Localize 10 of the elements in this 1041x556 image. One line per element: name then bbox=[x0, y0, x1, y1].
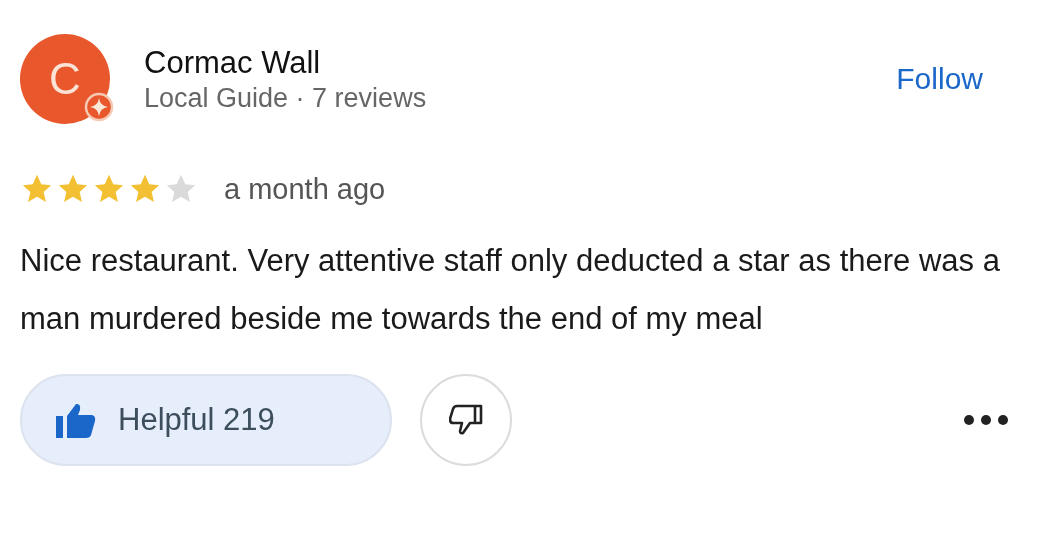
thumbs-up-icon bbox=[56, 402, 96, 438]
more-options-icon[interactable] bbox=[963, 414, 1009, 426]
thumbs-down-icon bbox=[449, 404, 483, 436]
follow-link[interactable]: Follow bbox=[896, 62, 983, 96]
helpful-button[interactable]: Helpful 219 bbox=[20, 374, 392, 466]
reviewer-name: Cormac Wall bbox=[144, 44, 322, 81]
review-time: a month ago bbox=[224, 172, 386, 206]
avatar-initial: C bbox=[49, 54, 81, 104]
review-text: Nice restaurant. Very attentive staff only deducted a star as there was a man murdered beside me towards the end of my meal bbox=[20, 242, 1001, 338]
reviewer-info: Local Guide · 7 reviews bbox=[144, 82, 428, 114]
